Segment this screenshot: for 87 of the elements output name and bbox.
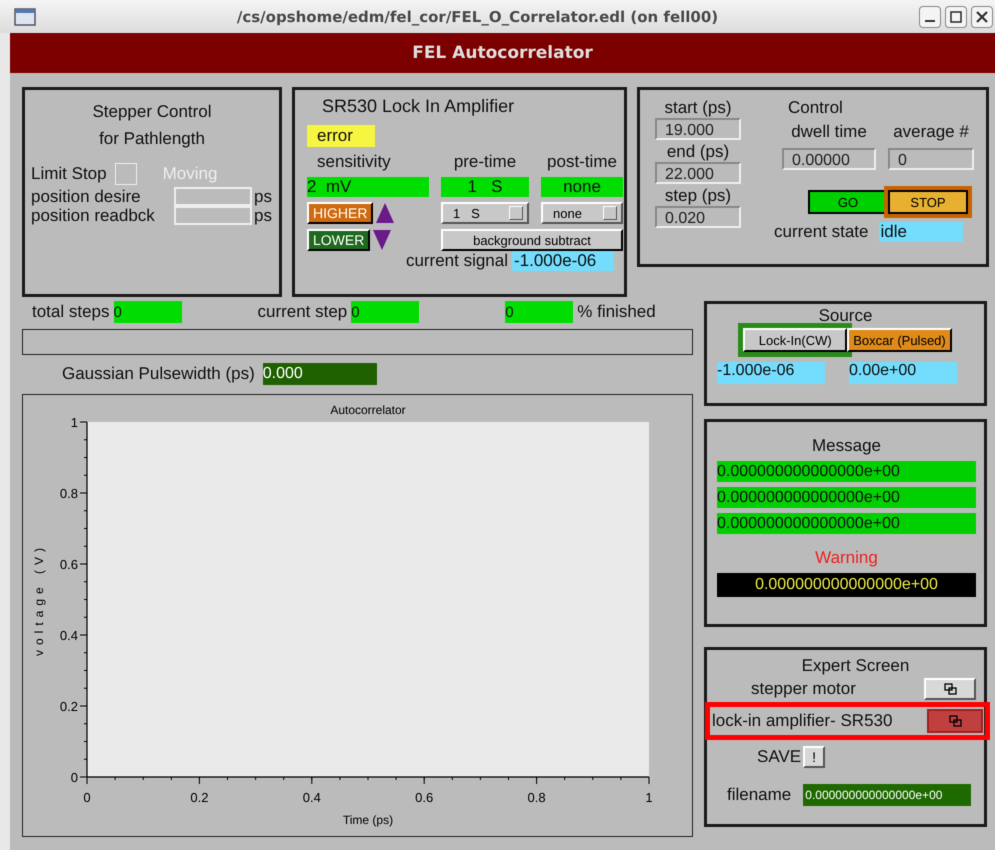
maximize-icon [949,10,963,24]
unit-label: ps [254,206,272,225]
tick-label: 0 [83,790,91,805]
tick-label: 0.2 [60,699,78,714]
close-button[interactable] [971,6,993,28]
x-axis-label: Time (ps) [342,813,394,827]
value-readout: 2 mV [307,177,429,197]
total-steps-readout: 0 [114,301,182,323]
field-label: start (ps) [664,98,732,118]
source-readout: -1.000e-06 [717,362,825,384]
value-field[interactable]: 0 [888,148,974,170]
state-readout: idle [878,222,962,242]
pulsewidth-label: Gaussian Pulsewidth (ps) [62,364,255,384]
state-label: current state [774,222,868,242]
tick-label: 0.4 [302,790,321,805]
tick-label: 0.4 [60,628,78,643]
signal-label: current signal [406,251,508,271]
column-label: post-time [546,152,618,172]
panel-title: for Pathlength [99,129,205,149]
window-icon [14,8,36,26]
screen-label: lock-in amplifier- SR530 [712,711,892,731]
position-field[interactable] [174,187,252,206]
value-readout: 1 S [441,177,529,197]
maximize-button[interactable] [945,6,967,28]
field-label: dwell time [791,122,867,142]
save-button[interactable]: ! [803,746,826,768]
column-label: sensitivity [316,152,392,172]
panel-title: Expert Screen [802,656,910,676]
value-field[interactable]: 19.000 [655,118,741,140]
field-label: end (ps) [666,142,730,162]
position-field[interactable] [174,206,252,225]
menu-button[interactable]: none [541,202,623,224]
y-axis-label: voltage (V) [32,542,46,656]
total-steps-label: total steps [32,302,110,322]
filename-label: filename [727,785,792,805]
source-button[interactable]: Boxcar (Pulsed) [847,328,952,352]
panel-title: Message [812,436,881,456]
background-subtract-button[interactable]: background subtract [441,229,623,251]
percent-label: % finished [577,302,656,322]
position-label: position desire [31,187,142,206]
screen-label: stepper motor [751,679,856,699]
save-label: SAVE [757,747,802,767]
value-readout: none [541,177,623,197]
status-indicator: error [307,125,375,147]
tick-label: 0.6 [60,557,78,572]
percent-readout: 0 [505,301,574,323]
field-label: step (ps) [664,186,732,206]
warning-readout: 0.000000000000000e+00 [717,573,976,597]
value-field[interactable]: 0.00000 [782,148,876,170]
windows-icon [944,683,956,695]
higher-button[interactable]: HIGHER [307,202,374,224]
down-arrow-icon[interactable] [372,229,392,251]
tick-label: 0 [70,770,78,785]
panel-title: Source [818,306,872,326]
close-icon [975,10,989,24]
minimize-icon [925,20,935,22]
minimize-button[interactable] [919,6,941,28]
filename-field[interactable]: 0.000000000000000e+00 [803,784,972,806]
warning-title: Warning [815,548,878,568]
header-title: FEL Autocorrelator [412,43,593,63]
value-field[interactable]: 22.000 [655,162,741,184]
tick-label: 1 [70,415,78,430]
tick-label: 0.8 [60,486,78,501]
tick-label: 1 [645,790,653,805]
field-label: average # [893,122,969,142]
panel-title: Stepper Control [92,102,212,122]
column-label: pre-time [452,152,518,172]
tick-label: 0.2 [190,790,208,805]
tick-label: 0.6 [415,790,434,805]
windows-icon [948,715,962,727]
position-label: position readbck [31,206,156,225]
menu-button[interactable]: 1 S [441,202,529,224]
pulsewidth-readout: 0.000 [262,363,377,385]
signal-readout: -1.000e-06 [512,251,614,271]
up-arrow-icon[interactable] [375,202,396,224]
panel-title: SR530 Lock In Amplifier [322,96,516,117]
unit-label: ps [254,187,272,206]
source-readout: 0.00e+00 [849,362,957,384]
value-field[interactable]: 0.020 [655,206,741,228]
tick-label: 0.8 [528,790,546,805]
current-step-readout: 0 [351,301,420,323]
panel-title: Control [788,98,844,118]
lower-button[interactable]: LOWER [307,229,370,251]
current-step-label: current step [258,302,348,322]
limit-stop-label: Limit Stop [31,164,107,184]
chart-title: Autocorrelator [330,403,406,417]
window-title: /cs/opshome/edm/fel_cor/FEL_O_Correlator.edl (on fell00) [236,8,720,26]
